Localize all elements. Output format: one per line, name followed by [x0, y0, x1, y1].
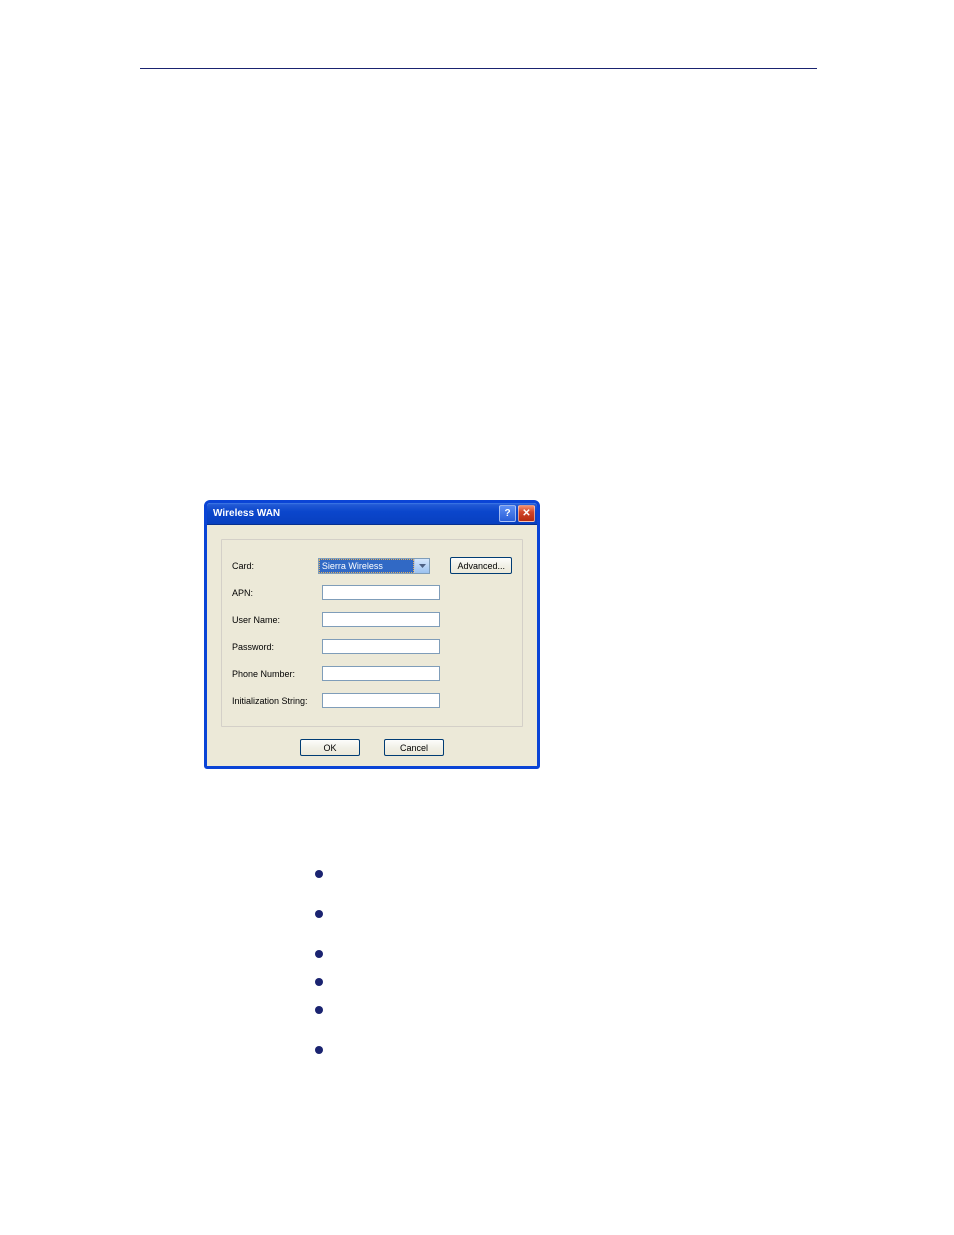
dialog-title: Wireless WAN: [213, 508, 499, 519]
card-select[interactable]: Sierra Wireless: [318, 558, 431, 574]
dialog-button-bar: OK Cancel: [221, 739, 523, 756]
card-select-value: Sierra Wireless: [319, 559, 415, 573]
field-group: Card: Sierra Wireless Advanced... APN: U…: [221, 539, 523, 727]
password-label: Password:: [232, 642, 322, 652]
apn-label: APN:: [232, 588, 322, 598]
advanced-button[interactable]: Advanced...: [450, 557, 512, 574]
chevron-down-icon: [414, 559, 429, 573]
bullet-icon: [315, 950, 323, 958]
username-label: User Name:: [232, 615, 322, 625]
titlebar[interactable]: Wireless WAN ? ✕: [207, 503, 537, 525]
phone-row: Phone Number:: [232, 660, 512, 687]
card-row: Card: Sierra Wireless Advanced...: [232, 552, 512, 579]
phone-input[interactable]: [322, 666, 440, 681]
bullet-icon: [315, 978, 323, 986]
ok-button[interactable]: OK: [300, 739, 360, 756]
wireless-wan-dialog: Wireless WAN ? ✕ Card: Sierra Wireless: [204, 500, 540, 769]
password-input[interactable]: [322, 639, 440, 654]
dialog-body: Card: Sierra Wireless Advanced... APN: U…: [207, 525, 537, 766]
bullet-icon: [315, 1006, 323, 1014]
header-divider: [140, 68, 817, 69]
bullet-icon: [315, 870, 323, 878]
init-input[interactable]: [322, 693, 440, 708]
card-label: Card:: [232, 561, 318, 571]
phone-label: Phone Number:: [232, 669, 322, 679]
cancel-button[interactable]: Cancel: [384, 739, 444, 756]
bullet-icon: [315, 1046, 323, 1054]
init-row: Initialization String:: [232, 687, 512, 714]
init-label: Initialization String:: [232, 696, 322, 706]
help-icon: ?: [504, 508, 510, 519]
password-row: Password:: [232, 633, 512, 660]
bullet-list-markers: [315, 870, 323, 1080]
username-row: User Name:: [232, 606, 512, 633]
apn-input[interactable]: [322, 585, 440, 600]
close-button[interactable]: ✕: [518, 505, 535, 522]
username-input[interactable]: [322, 612, 440, 627]
close-icon: ✕: [522, 508, 530, 519]
help-button[interactable]: ?: [499, 505, 516, 522]
bullet-icon: [315, 910, 323, 918]
apn-row: APN:: [232, 579, 512, 606]
